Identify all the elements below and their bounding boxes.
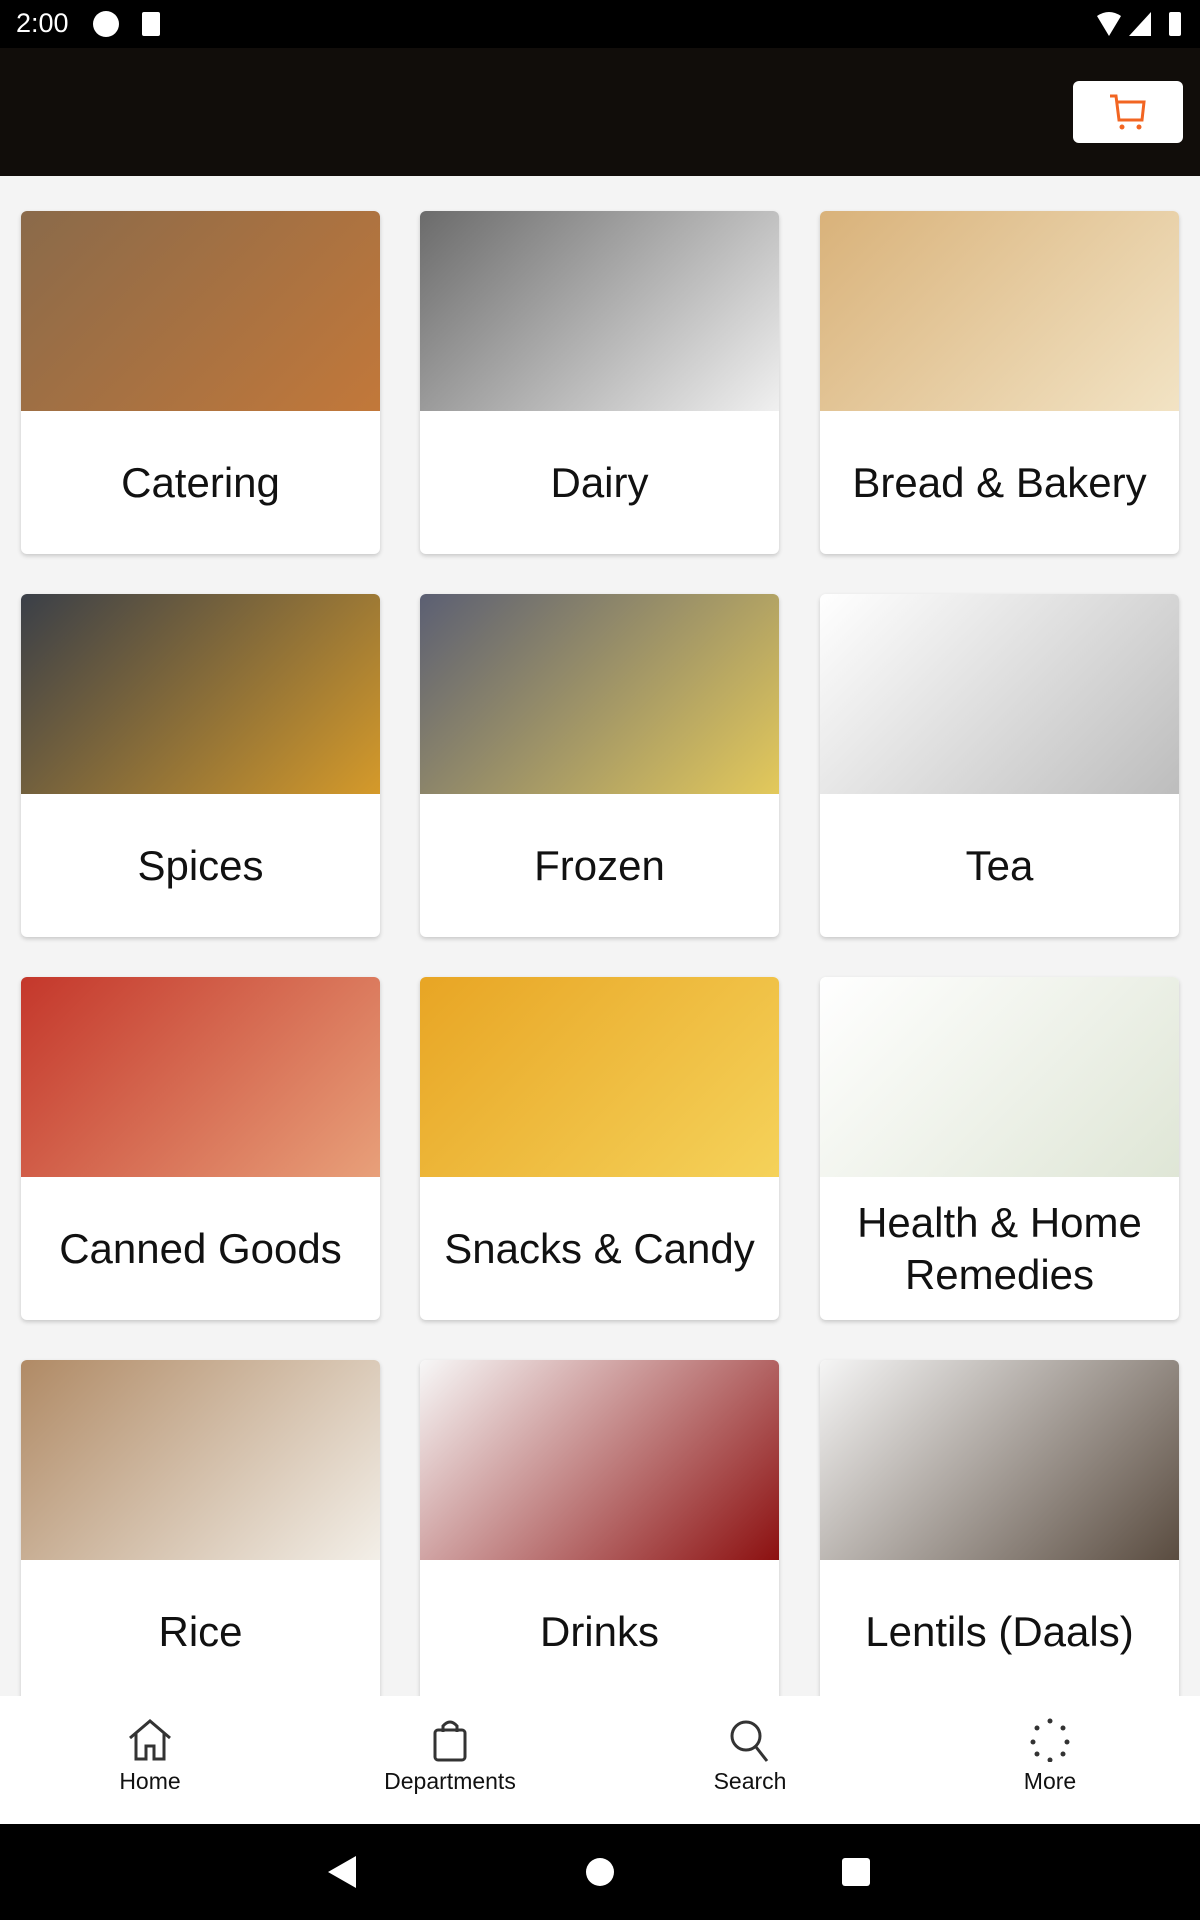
category-label: Bread & Bakery (852, 458, 1147, 506)
shopping-cart-icon (1110, 94, 1146, 130)
category-label: Spices (137, 841, 264, 889)
cart-button[interactable] (1073, 81, 1183, 143)
system-navigation-bar (0, 1824, 1200, 1920)
category-card[interactable]: Health & Home Remedies (820, 977, 1179, 1320)
category-card[interactable]: Dairy (420, 211, 779, 554)
shopping-bag-icon (433, 1720, 467, 1762)
nav-more[interactable]: More (900, 1696, 1200, 1824)
category-label: Frozen (534, 841, 665, 889)
recents-button-icon[interactable] (840, 1856, 872, 1888)
category-image (820, 211, 1179, 411)
category-image (820, 594, 1179, 794)
category-label: Health & Home Remedies (857, 1199, 1142, 1298)
category-label: Tea (965, 841, 1034, 889)
app-bar (0, 48, 1200, 176)
category-card[interactable]: Bread & Bakery (820, 211, 1179, 554)
nav-departments[interactable]: Departments (300, 1696, 600, 1824)
status-bar: 2:00 (0, 0, 1200, 48)
category-label: Dairy (550, 458, 649, 506)
category-card[interactable]: Tea (820, 594, 1179, 937)
category-label: Lentils (Daals) (865, 1607, 1134, 1655)
category-card[interactable]: Lentils (Daals) (820, 1360, 1179, 1696)
home-button-icon[interactable] (584, 1855, 616, 1889)
category-image (21, 594, 380, 794)
category-label: Canned Goods (59, 1224, 342, 1272)
category-card[interactable]: Drinks (420, 1360, 779, 1696)
category-card[interactable]: Canned Goods (21, 977, 380, 1320)
category-card[interactable]: Spices (21, 594, 380, 937)
category-grid: Catering Dairy Bread & Bakery Spices Frozen T… (0, 176, 1200, 1696)
nav-home[interactable]: Home (0, 1696, 300, 1824)
category-card[interactable]: Snacks & Candy (420, 977, 779, 1320)
nav-more-label: More (1023, 1768, 1077, 1794)
category-image (420, 977, 779, 1177)
category-image (820, 1360, 1179, 1560)
category-card[interactable]: Frozen (420, 594, 779, 937)
category-image (21, 1360, 380, 1560)
notification-icons (93, 11, 160, 37)
nav-home-label: Home (119, 1768, 181, 1794)
bottom-navigation: Home Departments Search More (0, 1696, 1200, 1824)
search-icon (730, 1720, 769, 1762)
category-image (820, 977, 1179, 1177)
category-label: Catering (121, 458, 280, 506)
status-time: 2:00 (16, 8, 69, 38)
category-label: Rice (158, 1607, 243, 1655)
more-dots-icon (1030, 1718, 1070, 1762)
category-image (420, 1360, 779, 1560)
category-image (420, 211, 779, 411)
nav-search[interactable]: Search (600, 1696, 900, 1824)
category-card[interactable]: Rice (21, 1360, 380, 1696)
category-image (420, 594, 779, 794)
category-label: Snacks & Candy (444, 1224, 755, 1272)
home-icon (129, 1719, 171, 1761)
category-card[interactable]: Catering (21, 211, 380, 554)
category-image (21, 977, 380, 1177)
back-button-icon[interactable] (326, 1854, 358, 1890)
nav-departments-label: Departments (384, 1768, 516, 1794)
nav-search-label: Search (713, 1768, 787, 1794)
category-image (21, 211, 380, 411)
wifi-signal-battery-icons (1097, 12, 1181, 36)
category-label: Drinks (539, 1607, 659, 1655)
